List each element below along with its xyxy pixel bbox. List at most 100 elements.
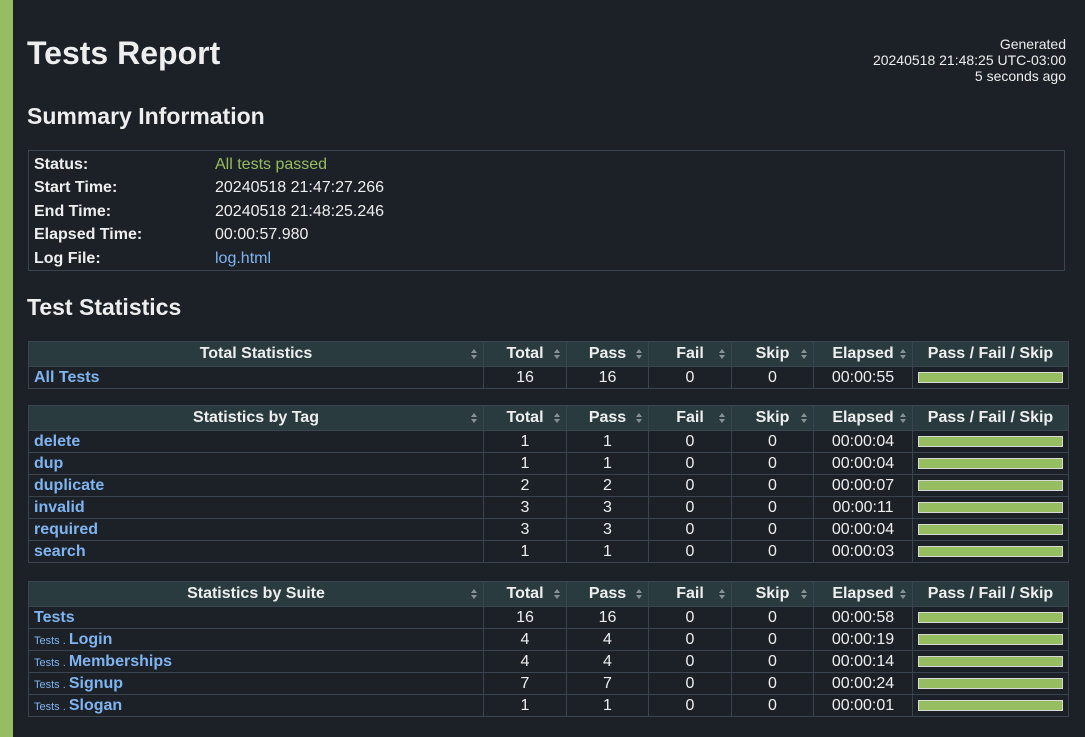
stat-name-link[interactable]: Login (69, 631, 113, 648)
stat-pass-cell: 1 (566, 694, 649, 717)
pass-bar (918, 612, 1063, 623)
stat-fail-cell: 0 (648, 518, 732, 541)
sort-icon[interactable] (471, 589, 478, 599)
column-name[interactable]: Statistics by Suite (28, 581, 484, 607)
parent-suite-link[interactable]: Tests . (34, 635, 69, 647)
column-total[interactable]: Total (483, 581, 567, 607)
column-fail[interactable]: Fail (648, 405, 732, 431)
stat-pass-cell: 3 (566, 518, 649, 541)
elapsed-time-value: 00:00:57.980 (215, 226, 309, 243)
sort-icon[interactable] (900, 349, 907, 359)
parent-suite-link[interactable]: Tests . (34, 657, 69, 669)
sort-icon[interactable] (554, 589, 561, 599)
stat-elapsed-cell: 00:00:58 (813, 606, 913, 629)
stat-name-link[interactable]: delete (34, 433, 80, 450)
table-row: duplicate 2 2 0 0 00:00:07 (28, 474, 1069, 497)
pass-fail-skip-graph (912, 606, 1069, 629)
header-row: Total Statistics Total Pass Fail Skip Elapsed… (28, 341, 1069, 367)
sort-icon[interactable] (801, 349, 808, 359)
stat-total-cell: 4 (483, 628, 567, 651)
sort-icon[interactable] (554, 349, 561, 359)
stat-name-link[interactable]: All Tests (34, 369, 100, 386)
stat-name-link[interactable]: search (34, 543, 86, 560)
column-graph[interactable]: Pass / Fail / Skip (912, 405, 1069, 431)
sort-icon[interactable] (636, 349, 643, 359)
stat-pass-cell: 1 (566, 430, 649, 453)
stat-name-cell: Tests . Slogan (28, 694, 484, 717)
column-total-label: Total (506, 585, 544, 602)
table-row: delete 1 1 0 0 00:00:04 (28, 430, 1069, 453)
statistics-title: Test Statistics (27, 294, 182, 320)
stat-fail-cell: 0 (648, 366, 732, 389)
sort-icon[interactable] (801, 413, 808, 423)
column-total-label: Total (506, 409, 544, 426)
suite-statistics-table: Statistics by Suite Total Pass Fail Skip Elap… (28, 581, 1069, 717)
header-row: Statistics by Suite Total Pass Fail Skip Elap… (28, 581, 1069, 607)
log-file-link[interactable]: log.html (215, 250, 271, 267)
column-fail[interactable]: Fail (648, 581, 732, 607)
column-skip[interactable]: Skip (731, 405, 814, 431)
column-graph[interactable]: Pass / Fail / Skip (912, 341, 1069, 367)
stat-skip-cell: 0 (731, 430, 814, 453)
generated-label: Generated (999, 36, 1066, 52)
sort-icon[interactable] (900, 413, 907, 423)
pass-bar (918, 458, 1063, 469)
stat-total-cell: 3 (483, 518, 567, 541)
stat-name-link[interactable]: Signup (69, 675, 123, 692)
sort-icon[interactable] (471, 349, 478, 359)
column-fail[interactable]: Fail (648, 341, 732, 367)
stat-name-link[interactable]: invalid (34, 499, 85, 516)
stat-name-link[interactable]: Memberships (69, 653, 172, 670)
column-graph-label: Pass / Fail / Skip (927, 585, 1054, 602)
sort-icon[interactable] (636, 589, 643, 599)
stat-name-link[interactable]: dup (34, 455, 63, 472)
column-skip[interactable]: Skip (731, 581, 814, 607)
stat-name-link[interactable]: required (34, 521, 98, 538)
stat-name-link[interactable]: Tests (34, 609, 75, 626)
column-fail-label: Fail (676, 585, 704, 602)
column-skip[interactable]: Skip (731, 341, 814, 367)
column-name-label: Total Statistics (199, 345, 313, 362)
column-elapsed[interactable]: Elapsed (813, 405, 913, 431)
column-elapsed[interactable]: Elapsed (813, 581, 913, 607)
sort-icon[interactable] (900, 589, 907, 599)
parent-suite-link[interactable]: Tests . (34, 679, 69, 691)
stat-skip-cell: 0 (731, 606, 814, 629)
stat-pass-cell: 3 (566, 496, 649, 519)
column-graph[interactable]: Pass / Fail / Skip (912, 581, 1069, 607)
pass-fail-skip-graph (912, 540, 1069, 563)
parent-suite-link[interactable]: Tests . (34, 701, 69, 713)
stat-fail-cell: 0 (648, 628, 732, 651)
stat-elapsed-cell: 00:00:01 (813, 694, 913, 717)
sort-icon[interactable] (719, 413, 726, 423)
sort-icon[interactable] (636, 413, 643, 423)
stat-total-cell: 1 (483, 430, 567, 453)
stat-pass-cell: 4 (566, 628, 649, 651)
column-name[interactable]: Total Statistics (28, 341, 484, 367)
sort-icon[interactable] (554, 413, 561, 423)
column-elapsed[interactable]: Elapsed (813, 341, 913, 367)
stat-name-cell: Tests . Login (28, 628, 484, 651)
generated-ago: 5 seconds ago (974, 68, 1066, 84)
sort-icon[interactable] (719, 349, 726, 359)
column-name[interactable]: Statistics by Tag (28, 405, 484, 431)
column-pass[interactable]: Pass (566, 581, 649, 607)
column-total[interactable]: Total (483, 405, 567, 431)
summary-title: Summary Information (27, 103, 265, 129)
column-total[interactable]: Total (483, 341, 567, 367)
stat-name-link[interactable]: Slogan (69, 697, 122, 714)
stat-total-cell: 1 (483, 540, 567, 563)
stat-skip-cell: 0 (731, 694, 814, 717)
column-pass[interactable]: Pass (566, 341, 649, 367)
pass-fail-skip-graph (912, 650, 1069, 673)
stat-skip-cell: 0 (731, 650, 814, 673)
column-pass[interactable]: Pass (566, 405, 649, 431)
stat-skip-cell: 0 (731, 366, 814, 389)
pass-fail-skip-graph (912, 628, 1069, 651)
stat-name-link[interactable]: duplicate (34, 477, 104, 494)
sort-icon[interactable] (471, 413, 478, 423)
sort-icon[interactable] (719, 589, 726, 599)
sort-icon[interactable] (801, 589, 808, 599)
stat-name-cell: All Tests (28, 366, 484, 389)
column-elapsed-label: Elapsed (832, 409, 894, 426)
